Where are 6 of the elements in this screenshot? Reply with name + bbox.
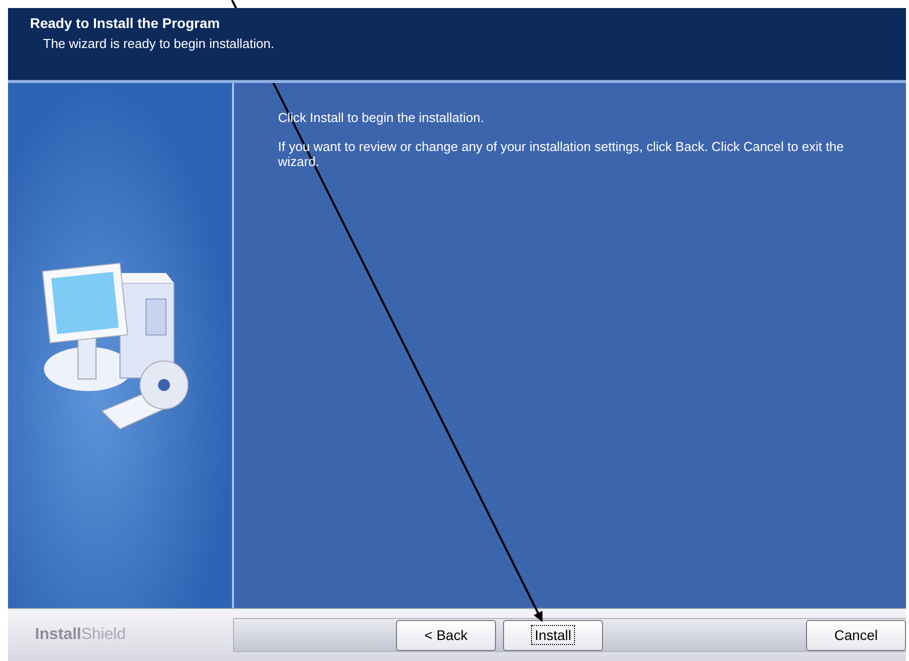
installshield-logo: InstallShield (34, 626, 127, 644)
back-button[interactable]: < Back (396, 620, 496, 650)
install-button[interactable]: Install (503, 620, 603, 650)
wizard-subtitle: The wizard is ready to begin installation. (43, 36, 276, 51)
cancel-button[interactable]: Cancel (806, 620, 906, 650)
wizard-title: Ready to Install the Program (30, 15, 221, 31)
